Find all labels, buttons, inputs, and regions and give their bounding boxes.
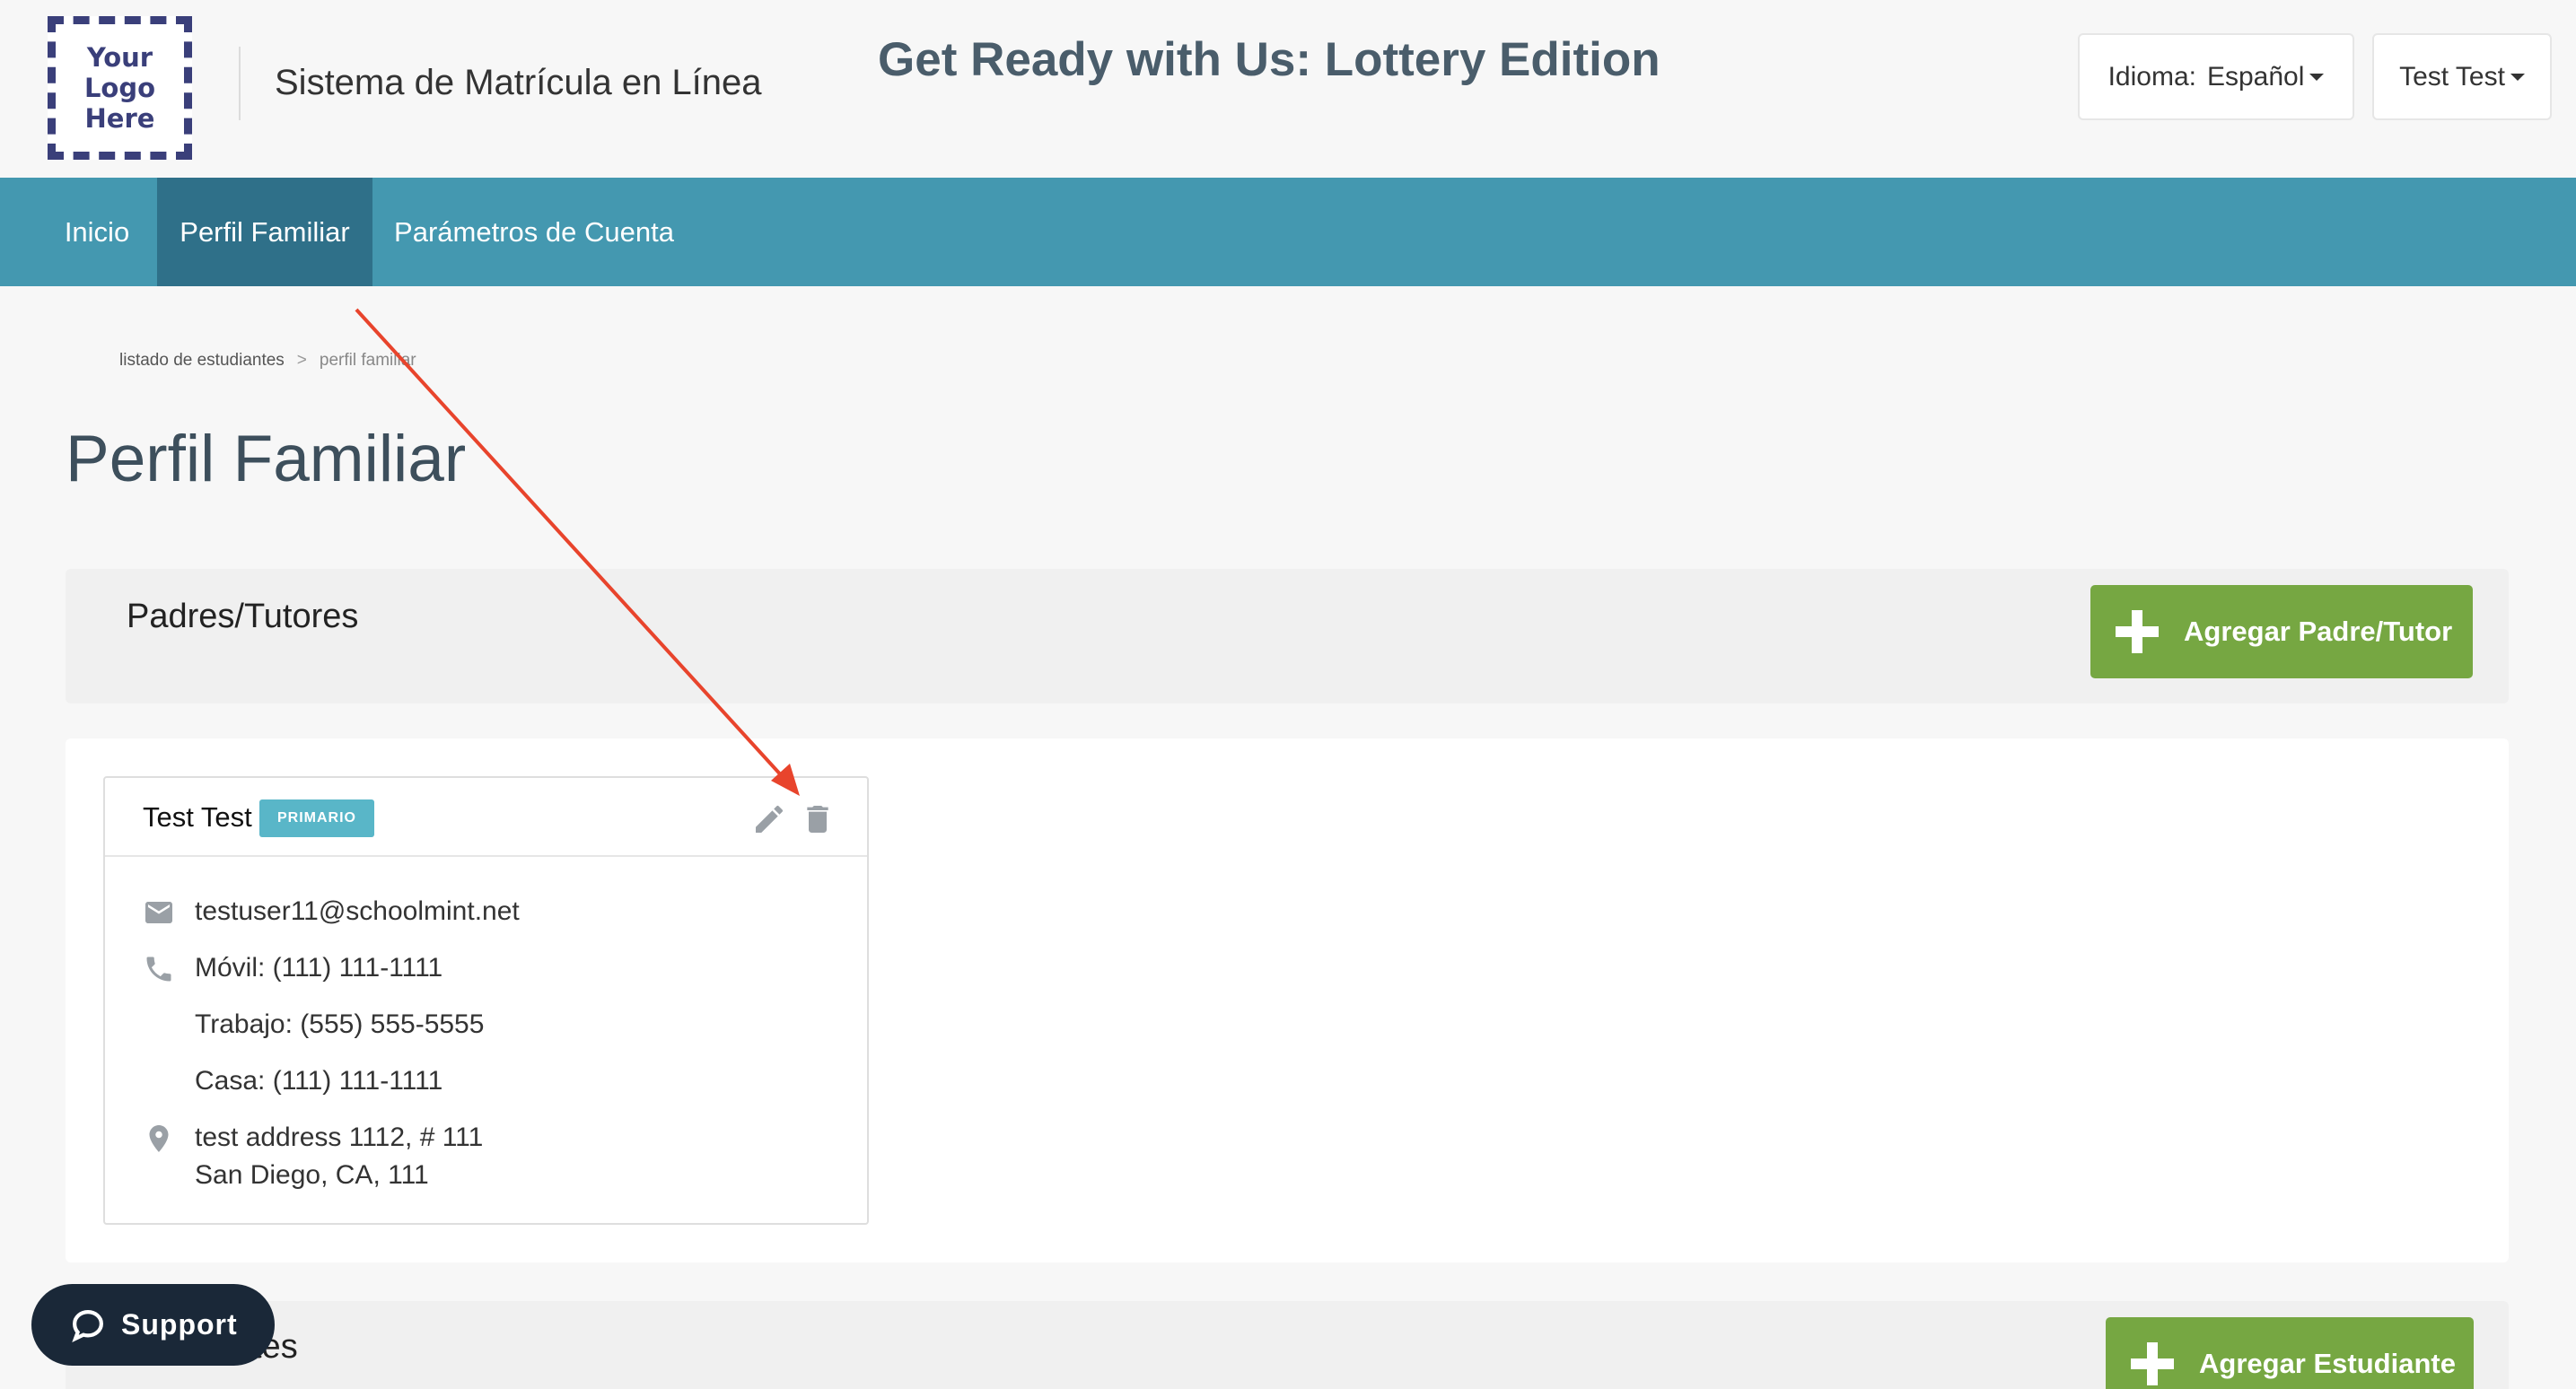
parent-name: Test Test bbox=[143, 801, 252, 833]
students-section-header: tes Agregar Estudiante bbox=[66, 1301, 2509, 1389]
parent-home-phone: Casa: (111) 111-1111 bbox=[195, 1066, 443, 1096]
parent-email: testuser11@schoolmint.net bbox=[195, 896, 520, 926]
trash-icon bbox=[807, 806, 828, 833]
nav-item-perfil-familiar[interactable]: Perfil Familiar bbox=[157, 178, 372, 286]
work-row: Trabajo: (555) 555-5555 bbox=[105, 1004, 867, 1049]
system-title: Sistema de Matrícula en Línea bbox=[275, 63, 762, 102]
caret-down-icon bbox=[2309, 73, 2325, 81]
user-menu-dropdown[interactable]: Test Test bbox=[2372, 33, 2552, 120]
header: Your Logo Here Sistema de Matrícula en L… bbox=[0, 0, 2576, 178]
main-navbar: Inicio Perfil Familiar Parámetros de Cue… bbox=[0, 178, 2576, 286]
envelope-icon bbox=[145, 902, 172, 923]
language-dropdown[interactable]: Idioma: Español bbox=[2078, 33, 2354, 120]
phone-icon bbox=[146, 957, 171, 982]
plus-icon bbox=[2129, 1341, 2176, 1387]
add-parent-button[interactable]: Agregar Padre/Tutor bbox=[2090, 585, 2473, 678]
pencil-icon bbox=[756, 805, 784, 833]
breadcrumb-link-student-list[interactable]: listado de estudiantes bbox=[119, 351, 285, 371]
parent-address-line2: San Diego, CA, 111 bbox=[195, 1160, 429, 1190]
add-parent-label: Agregar Padre/Tutor bbox=[2184, 616, 2453, 647]
parents-section-header: Padres/Tutores Agregar Padre/Tutor bbox=[66, 569, 2509, 703]
breadcrumb-separator: > bbox=[296, 351, 307, 370]
user-name: Test Test bbox=[2399, 61, 2505, 92]
parent-mobile: Móvil: (111) 111-1111 bbox=[195, 953, 443, 983]
add-student-label: Agregar Estudiante bbox=[2199, 1348, 2456, 1379]
add-student-button[interactable]: Agregar Estudiante bbox=[2106, 1317, 2474, 1389]
support-button[interactable]: Support bbox=[31, 1284, 275, 1366]
delete-parent-button[interactable] bbox=[798, 799, 837, 839]
language-label: Idioma: bbox=[2107, 61, 2196, 92]
nav-item-parametros-cuenta[interactable]: Parámetros de Cuenta bbox=[377, 178, 691, 286]
header-divider bbox=[239, 47, 241, 120]
page-title: Perfil Familiar bbox=[66, 423, 467, 495]
plus-icon bbox=[2114, 608, 2160, 655]
support-label: Support bbox=[121, 1308, 238, 1341]
logo[interactable]: Your Logo Here bbox=[48, 16, 192, 160]
chat-bubble-icon bbox=[72, 1309, 103, 1342]
parent-card-header: Test Test PRIMARIO bbox=[105, 778, 867, 857]
page: Your Logo Here Sistema de Matrícula en L… bbox=[0, 0, 2576, 1389]
primary-badge: PRIMARIO bbox=[259, 799, 374, 837]
nav-item-inicio[interactable]: Inicio bbox=[43, 178, 151, 286]
mobile-row: Móvil: (111) 111-1111 bbox=[105, 948, 867, 992]
event-title: Get Ready with Us: Lottery Edition bbox=[878, 33, 1660, 86]
edit-parent-button[interactable] bbox=[749, 799, 789, 839]
caret-down-icon bbox=[2510, 73, 2525, 81]
language-value: Español bbox=[2206, 61, 2305, 92]
parents-section-title: Padres/Tutores bbox=[127, 598, 359, 635]
breadcrumb: listado de estudiantes > perfil familiar bbox=[119, 351, 416, 371]
email-row: testuser11@schoolmint.net bbox=[105, 891, 867, 936]
map-pin-icon bbox=[149, 1125, 169, 1152]
home-row: Casa: (111) 111-1111 bbox=[105, 1061, 867, 1105]
logo-text: Your Logo Here bbox=[83, 42, 156, 134]
parent-work-phone: Trabajo: (555) 555-5555 bbox=[195, 1009, 485, 1039]
parent-address-line1: test address 1112, # 111 bbox=[195, 1123, 484, 1152]
address-row: test address 1112, # 111 San Diego, CA, … bbox=[105, 1117, 867, 1198]
parent-card: Test Test PRIMARIO testuser11@schoolmint… bbox=[103, 776, 869, 1225]
breadcrumb-current: perfil familiar bbox=[319, 351, 416, 370]
